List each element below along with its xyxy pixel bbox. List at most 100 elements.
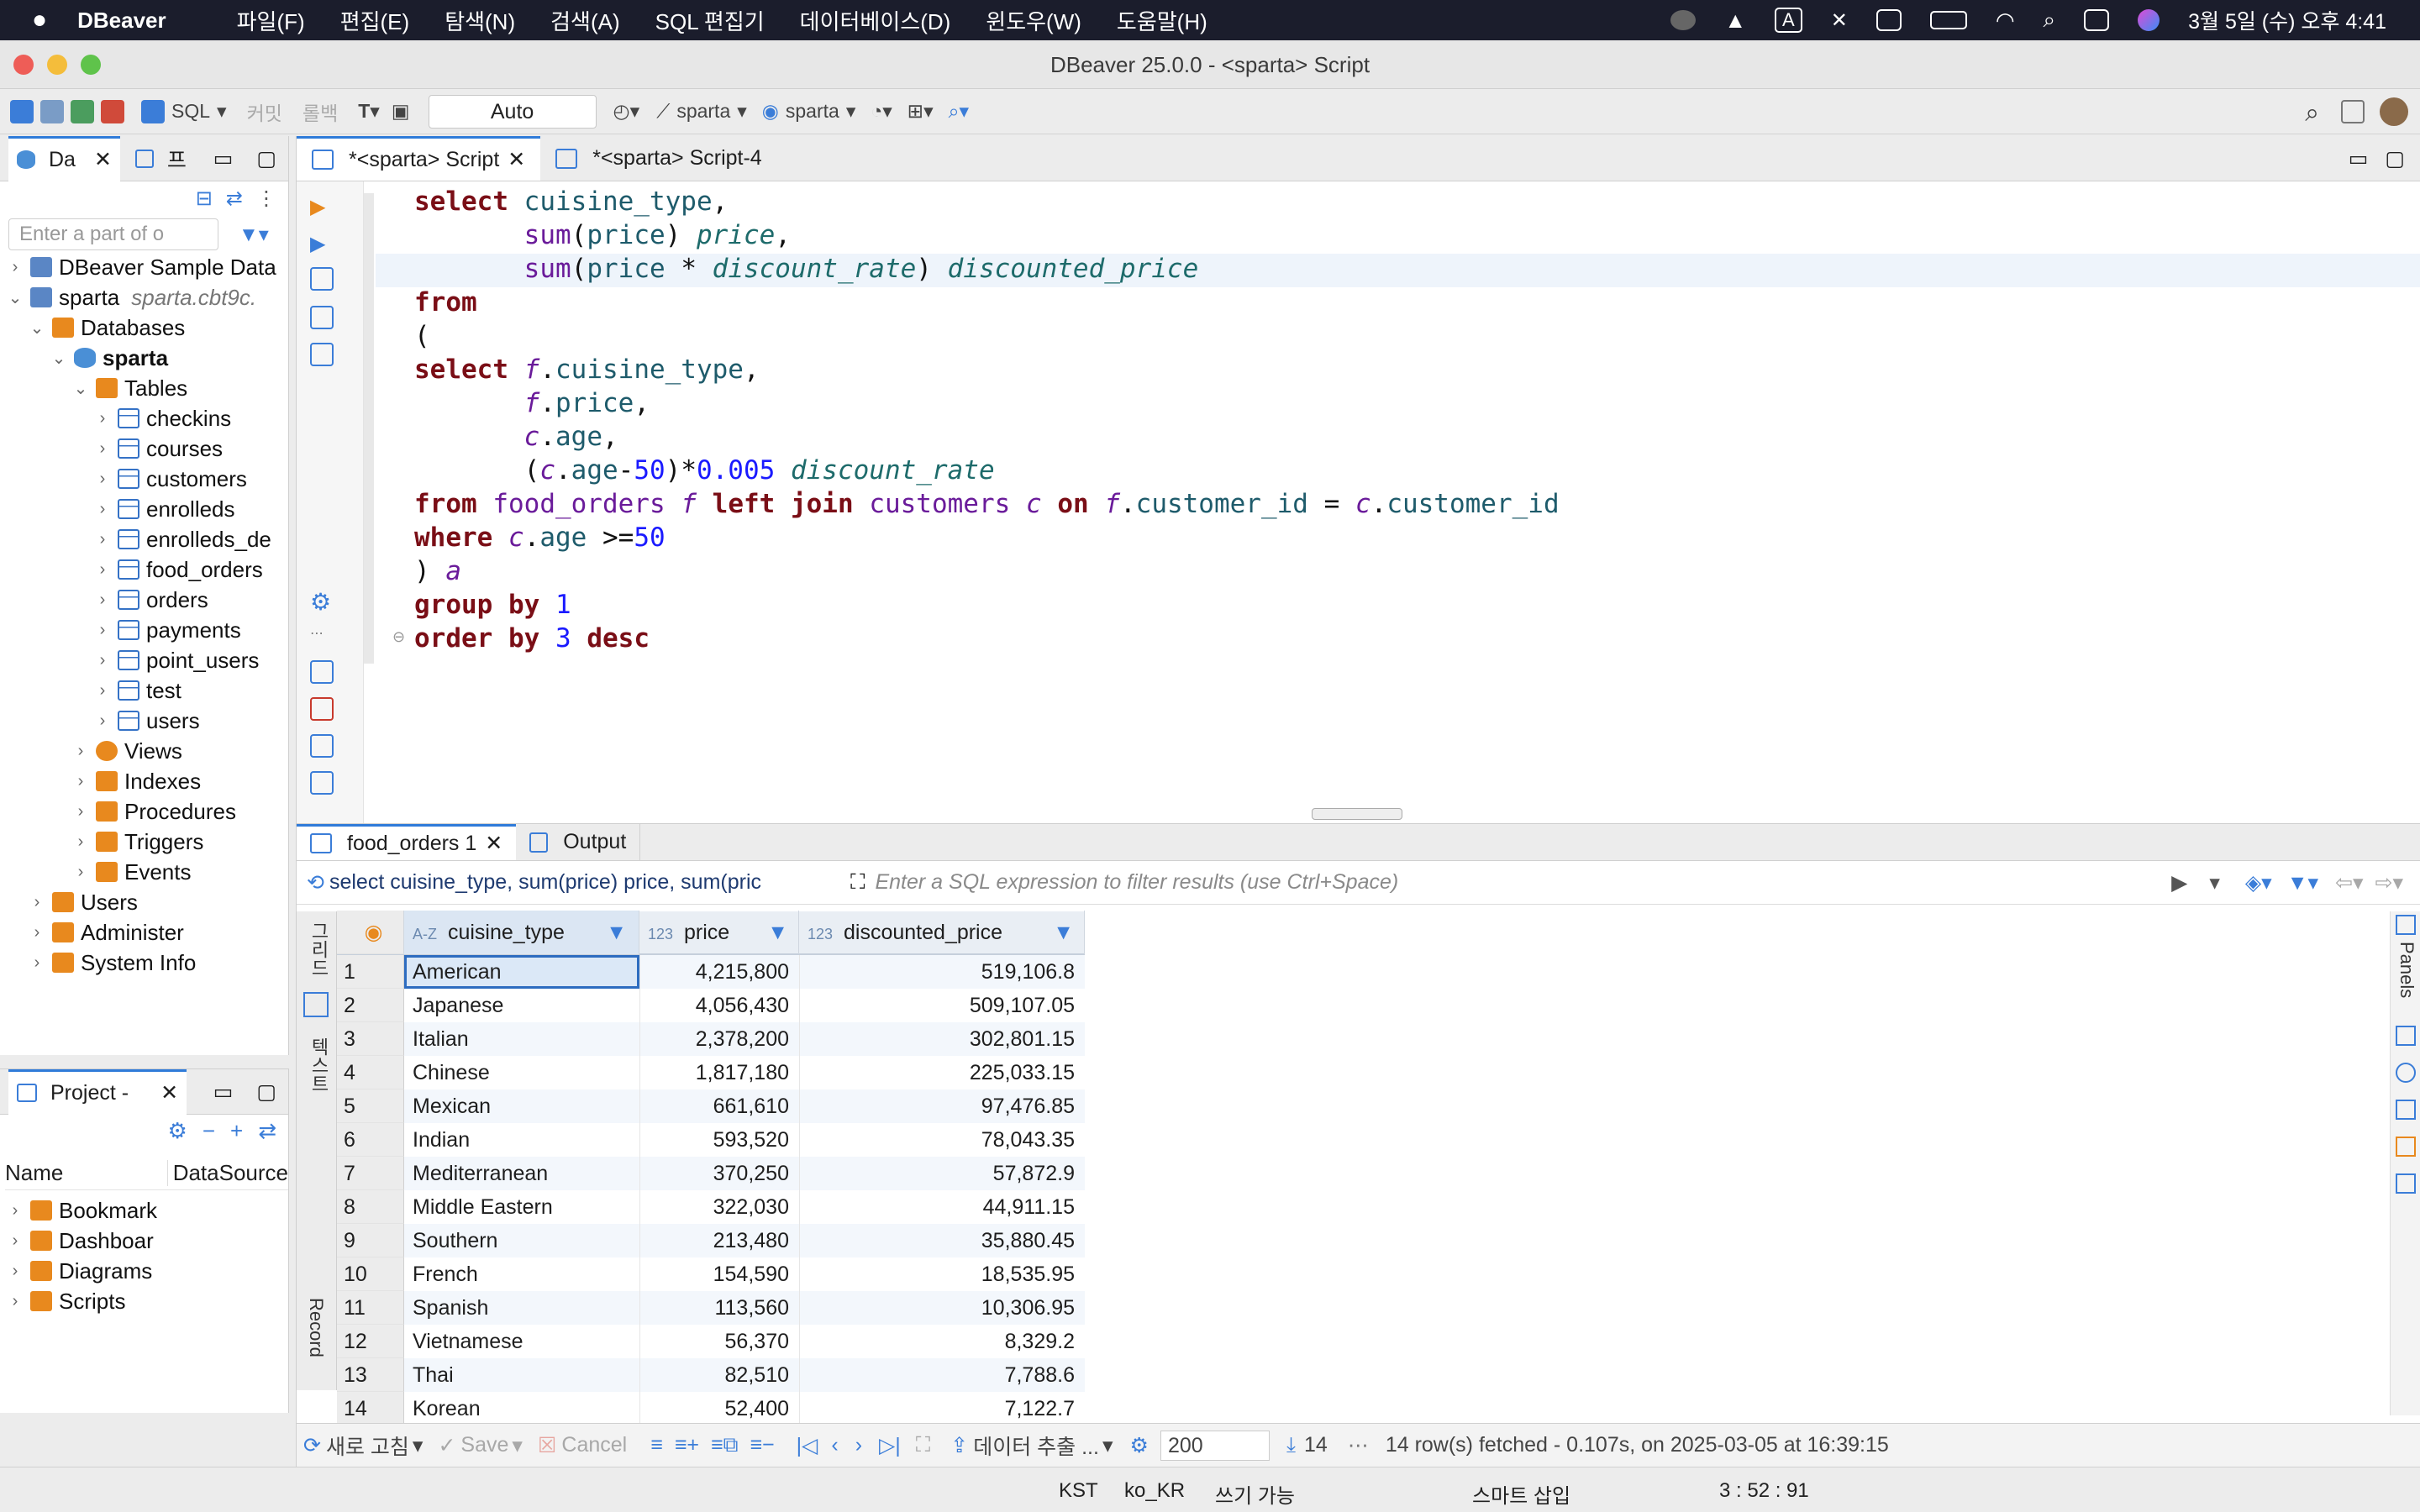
row-number[interactable]: 4 xyxy=(337,1056,404,1089)
reconnect-icon[interactable] xyxy=(71,99,94,123)
close-icon[interactable]: ✕ xyxy=(508,147,525,172)
cell-discounted-price[interactable]: 7,788.6 xyxy=(799,1358,1085,1392)
cell-discounted-price[interactable]: 10,306.95 xyxy=(799,1291,1085,1325)
execute-new-tab-icon[interactable]: ▶ xyxy=(310,232,334,255)
tree-node[interactable]: › Indexes xyxy=(7,766,288,796)
sort-icon[interactable]: ▼ xyxy=(1053,911,1074,954)
table-row[interactable]: 12 Vietnamese 56,370 8,329.2 xyxy=(337,1325,1085,1358)
gear-icon[interactable]: ⚙ xyxy=(168,1118,187,1144)
rollback-button[interactable]: 롤백 xyxy=(302,97,338,126)
chevron-down-icon[interactable]: ⌄ xyxy=(50,348,67,369)
maximize-panel-icon[interactable]: ▢ xyxy=(256,1079,276,1105)
input-source-badge[interactable]: A xyxy=(1775,8,1802,33)
row-number[interactable]: 9 xyxy=(337,1224,404,1257)
row-number[interactable]: 3 xyxy=(337,1022,404,1056)
table-row[interactable]: 6 Indian 593,520 78,043.35 xyxy=(337,1123,1085,1157)
commit-button[interactable]: 커밋 xyxy=(247,97,282,126)
export-data-button[interactable]: 데이터 추출 ... xyxy=(973,1431,1099,1461)
calc-icon[interactable] xyxy=(2396,1137,2416,1157)
search-toolbar-icon[interactable]: ⌕▾ xyxy=(949,100,969,123)
tree-node[interactable]: › DBeaver Sample Data xyxy=(7,252,288,282)
cell-cuisine-type[interactable]: Southern xyxy=(404,1224,639,1257)
chevron-right-icon[interactable]: › xyxy=(72,772,89,791)
cell-cuisine-type[interactable]: Mediterranean xyxy=(404,1157,639,1190)
menu-item[interactable]: 파일(F) xyxy=(237,5,305,36)
grid-icon[interactable] xyxy=(303,992,329,1017)
menu-item[interactable]: 편집(E) xyxy=(340,5,410,36)
copy-row-icon[interactable]: ≡⧉ xyxy=(711,1433,738,1457)
cell-cuisine-type[interactable]: American xyxy=(404,955,639,989)
close-icon[interactable]: ✕ xyxy=(94,147,112,172)
tree-node[interactable]: › Views xyxy=(7,736,288,766)
close-icon[interactable]: ✕ xyxy=(485,831,502,856)
chevron-right-icon[interactable]: › xyxy=(94,560,111,580)
tree-node[interactable]: › courses xyxy=(7,433,288,464)
project-item[interactable]: › Bookmark xyxy=(7,1195,157,1226)
row-number[interactable]: 6 xyxy=(337,1123,404,1157)
lock-icon[interactable]: ▣ xyxy=(392,100,410,123)
explain-plan-icon[interactable] xyxy=(310,306,334,329)
auto-commit-field[interactable]: Auto xyxy=(428,94,597,129)
panel-splitter-handle[interactable] xyxy=(1312,808,1402,820)
chevron-right-icon[interactable]: › xyxy=(72,832,89,852)
column-name[interactable]: Name xyxy=(5,1160,167,1186)
menu-item[interactable]: SQL 편집기 xyxy=(655,5,765,36)
chevron-right-icon[interactable]: › xyxy=(94,621,111,640)
dashboard-icon[interactable]: ◔▾ xyxy=(871,100,892,123)
cell-cuisine-type[interactable]: Japanese xyxy=(404,989,639,1022)
cell-price[interactable]: 2,378,200 xyxy=(639,1022,799,1056)
global-search-icon[interactable]: ⌕ xyxy=(2305,99,2319,128)
row-number[interactable]: 2 xyxy=(337,989,404,1022)
transaction-mode-icon[interactable]: T▾ xyxy=(358,100,380,123)
collapse-all-icon[interactable]: − xyxy=(203,1118,215,1144)
cell-price[interactable]: 213,480 xyxy=(639,1224,799,1257)
datasource-selector[interactable]: sparta xyxy=(676,100,730,123)
row-number[interactable]: 8 xyxy=(337,1190,404,1224)
cell-discounted-price[interactable]: 44,911.15 xyxy=(799,1190,1085,1224)
tree-node[interactable]: › point_users xyxy=(7,645,288,675)
dropdown-icon[interactable]: ▾ xyxy=(217,100,227,123)
tree-node[interactable]: › Procedures xyxy=(7,796,288,827)
dropdown-icon[interactable]: ▾ xyxy=(1102,1433,1113,1458)
cell-cuisine-type[interactable]: Thai xyxy=(404,1358,639,1392)
menu-item[interactable]: 윈도우(W) xyxy=(986,5,1081,36)
console-icon[interactable] xyxy=(310,343,334,366)
tree-node[interactable]: ⌄ Databases xyxy=(7,312,288,343)
apple-icon[interactable]: ● xyxy=(32,6,47,34)
menubar-clock[interactable]: 3월 5일 (수) 오후 4:41 xyxy=(2188,5,2386,35)
table-row[interactable]: 4 Chinese 1,817,180 225,033.15 xyxy=(337,1056,1085,1089)
chevron-right-icon[interactable]: › xyxy=(94,500,111,519)
cell-price[interactable]: 56,370 xyxy=(639,1325,799,1358)
save-button[interactable]: Save xyxy=(460,1433,508,1457)
tree-node[interactable]: › Events xyxy=(7,857,288,887)
chevron-right-icon[interactable]: › xyxy=(72,863,89,882)
cell-cuisine-type[interactable]: Italian xyxy=(404,1022,639,1056)
table-row[interactable]: 5 Mexican 661,610 97,476.85 xyxy=(337,1089,1085,1123)
schema-selector[interactable]: sparta xyxy=(786,100,839,123)
chevron-right-icon[interactable]: › xyxy=(7,258,24,277)
last-page-icon[interactable]: ▷| xyxy=(879,1433,901,1458)
forward-icon[interactable]: ⇨▾ xyxy=(2375,870,2404,895)
tree-node[interactable]: › Users xyxy=(7,887,288,917)
filter-icon[interactable]: ▼▾ xyxy=(239,223,269,247)
chevron-right-icon[interactable]: › xyxy=(7,1231,24,1251)
column-header-discounted-price[interactable]: 123 discounted_price ▼ xyxy=(799,911,1085,954)
tree-node[interactable]: › payments xyxy=(7,615,288,645)
filter-icon[interactable]: ▼▾ xyxy=(2287,870,2318,895)
chevron-right-icon[interactable]: › xyxy=(94,711,111,731)
chevron-right-icon[interactable]: › xyxy=(94,409,111,428)
tree-node[interactable]: ⌄ sparta sparta.cbt9c. xyxy=(7,282,288,312)
maximize-editor-icon[interactable]: ▢ xyxy=(2385,146,2405,171)
row-number[interactable]: 13 xyxy=(337,1358,404,1392)
settings-icon[interactable]: ⚙ xyxy=(310,588,334,615)
table-row[interactable]: 8 Middle Eastern 322,030 44,911.15 xyxy=(337,1190,1085,1224)
tab-projects[interactable]: 프 xyxy=(127,136,195,181)
filter-input[interactable]: Enter a SQL expression to filter results… xyxy=(875,870,2171,895)
tree-node[interactable]: › enrolleds_de xyxy=(7,524,288,554)
tree-node[interactable]: › checkins xyxy=(7,403,288,433)
minimize-panel-icon[interactable]: ▭ xyxy=(213,146,234,171)
dropdown-icon[interactable]: ▾ xyxy=(413,1433,424,1458)
chevron-right-icon[interactable]: › xyxy=(7,1262,24,1281)
load-script-icon[interactable] xyxy=(310,697,334,721)
cell-price[interactable]: 661,610 xyxy=(639,1089,799,1123)
